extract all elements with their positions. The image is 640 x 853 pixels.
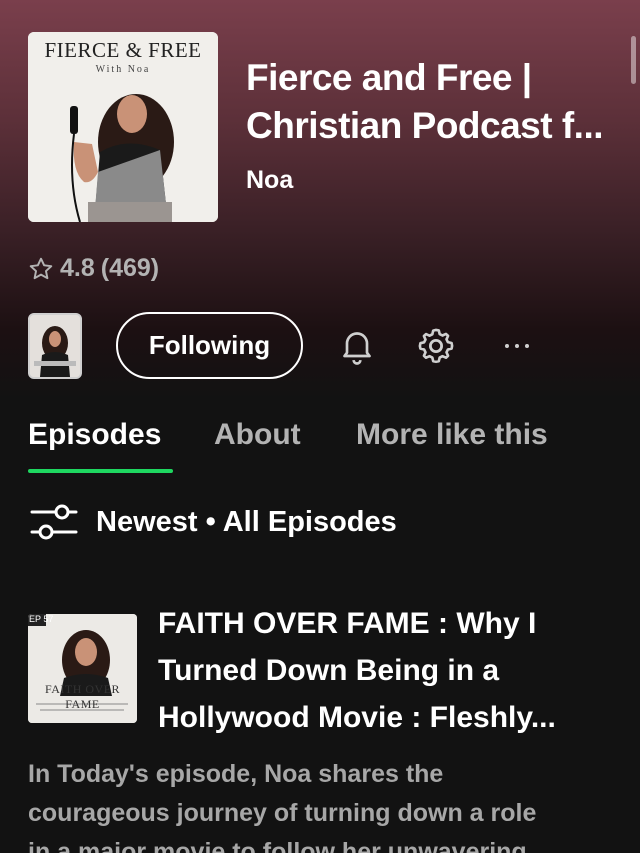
star-icon <box>29 257 53 279</box>
settings-button[interactable] <box>412 322 460 370</box>
episode-title-line: Turned Down Being in a <box>158 654 500 687</box>
tab-about[interactable]: About <box>214 418 301 452</box>
podcast-title: Fierce and Free | Christian Podcast f... <box>246 54 618 150</box>
episode-badge: EP 57 <box>29 614 54 624</box>
podcast-cover-art: FIERCE & FREE With Noa <box>28 32 218 222</box>
gear-icon <box>418 328 454 364</box>
cover-title: FIERCE & FREE <box>44 38 202 62</box>
bell-icon <box>343 332 371 365</box>
scrollbar[interactable] <box>631 36 636 84</box>
episode-title-line: FAITH OVER FAME : Why I <box>158 607 537 640</box>
filter-label: Newest • All Episodes <box>96 505 397 538</box>
episode-description-line: in a major movie to follow her unwaverin… <box>28 838 527 853</box>
rating-count: (469) <box>100 254 160 282</box>
podcast-title-line-2: Christian Podcast f... <box>246 105 604 146</box>
episode-description-line: courageous journey of turning down a rol… <box>28 799 537 827</box>
rating-value: 4.8 <box>60 254 95 282</box>
podcast-author[interactable]: Noa <box>246 166 293 195</box>
tab-episodes[interactable]: Episodes <box>28 418 161 452</box>
episode-title[interactable]: FAITH OVER FAME : Why I Turned Down Bein… <box>158 600 598 741</box>
podcast-title-line-1: Fierce and Free | <box>246 57 532 98</box>
filter-sliders-icon <box>30 504 78 540</box>
episode-title-line: Hollywood Movie : Fleshly... <box>158 701 556 734</box>
episode-sort-filter[interactable]: Newest • All Episodes <box>30 500 397 544</box>
cover-subtitle: With Noa <box>95 64 151 75</box>
more-options-button[interactable] <box>491 322 539 370</box>
episode-art-text: FAITH OVER FAME <box>44 682 121 711</box>
notifications-button[interactable] <box>333 322 381 370</box>
thumbnail-image <box>30 315 80 377</box>
rating[interactable]: 4.8 (469) <box>28 254 159 283</box>
active-tab-indicator <box>28 469 173 473</box>
podcast-thumbnail[interactable] <box>28 313 82 379</box>
episode-description: In Today's episode, Noa shares the coura… <box>28 755 618 853</box>
more-icon <box>505 344 529 348</box>
tab-more-like-this[interactable]: More like this <box>356 418 548 452</box>
episode-description-line: In Today's episode, Noa shares the <box>28 760 444 788</box>
following-button[interactable]: Following <box>116 312 303 379</box>
episode-artwork[interactable]: EP 57 FAITH OVER FAME <box>28 614 137 723</box>
